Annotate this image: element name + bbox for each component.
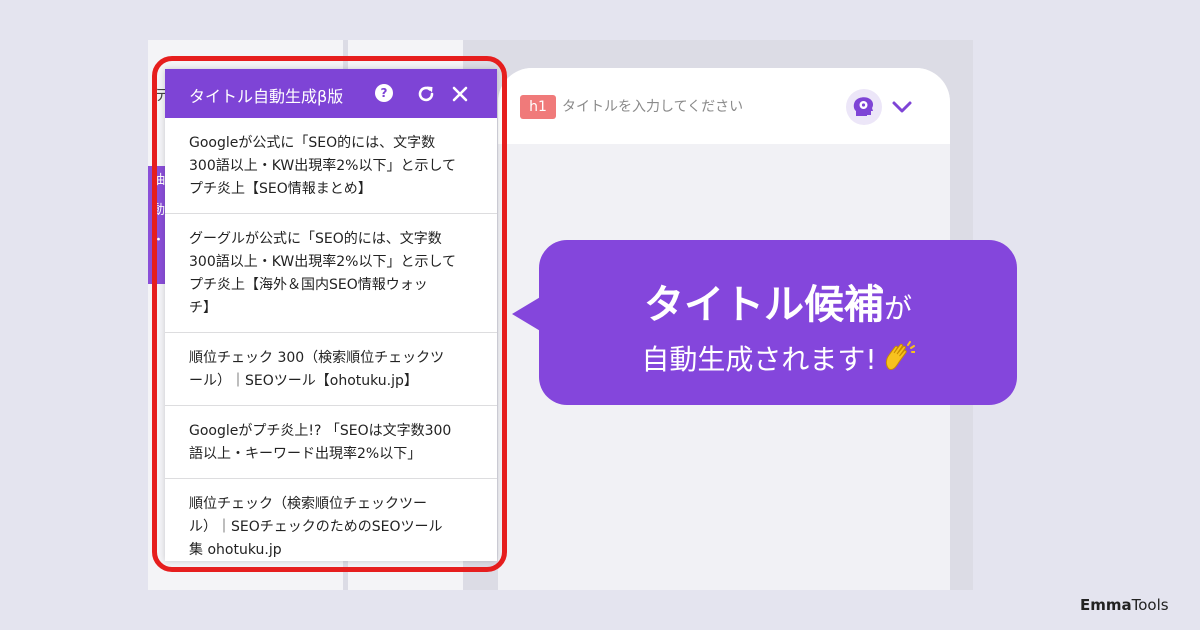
title-suggestion[interactable]: グーグルが公式に「SEO的には、文字数 300語以上・KW出現率2%以下」と示し… — [165, 214, 497, 333]
title-generator-panel: タイトル自動生成β版 ? Googleが公式に「SEO的には、文字数 300語以… — [165, 69, 497, 561]
chevron-down-icon — [892, 101, 912, 113]
callout-line-2: 自動生成されます! — [539, 338, 1017, 380]
callout-bold-text: タイトル候補 — [643, 282, 884, 328]
refresh-icon[interactable] — [415, 83, 437, 105]
title-suggestion[interactable]: 順位チェック（検索順位チェックツー ル）｜SEOチェックのためのSEOツール 集… — [165, 479, 497, 574]
title-suggestion[interactable]: Googleがプチ炎上!? 「SEOは文字数300 語以上・キーワード出現率2%… — [165, 406, 497, 479]
brand-part-1: Emma — [1080, 596, 1132, 614]
editor-header: h1 — [498, 68, 950, 144]
brand-part-2: Tools — [1131, 596, 1169, 614]
title-suggestion[interactable]: 順位チェック 300（検索順位チェックツ ール）｜SEOツール【ohotuku.… — [165, 333, 497, 406]
help-icon[interactable]: ? — [375, 84, 393, 102]
panel-title: タイトル自動生成β版 — [189, 87, 344, 106]
ai-assist-button[interactable] — [846, 89, 882, 125]
callout-message: 自動生成されます! — [641, 343, 877, 376]
title-input[interactable] — [562, 94, 812, 120]
panel-header: タイトル自動生成β版 ? — [165, 69, 497, 118]
callout-tail — [512, 296, 542, 332]
callout-bubble: タイトル候補が 自動生成されます! — [539, 240, 1017, 405]
title-suggestion[interactable]: Googleが公式に「SEO的には、文字数 300語以上・KW出現率2%以下」と… — [165, 118, 497, 214]
clapping-hands-icon — [881, 341, 916, 380]
options-dropdown-button[interactable] — [890, 96, 914, 118]
brain-gear-icon — [853, 97, 874, 116]
callout-line-1: タイトル候補が — [539, 272, 1017, 330]
callout-particle: が — [883, 292, 912, 325]
heading-level-badge[interactable]: h1 — [520, 95, 556, 119]
brand-logo: EmmaTools — [1080, 596, 1169, 614]
close-icon[interactable] — [449, 83, 471, 105]
